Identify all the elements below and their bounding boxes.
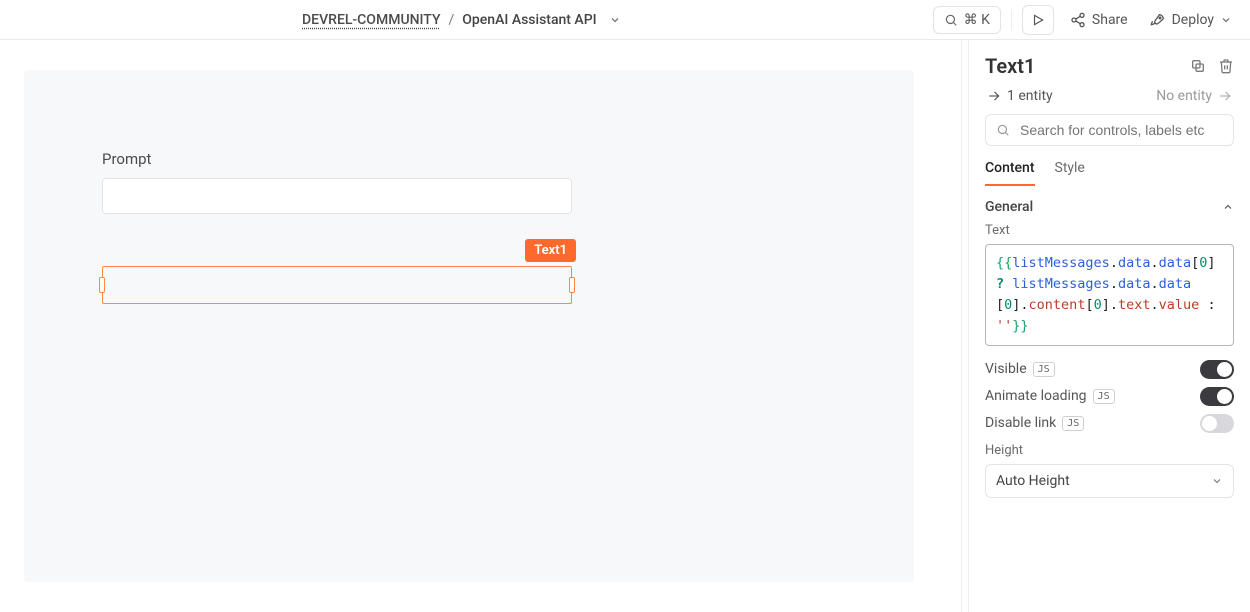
code-token: ? bbox=[996, 276, 1004, 292]
canvas-wrap: Prompt Text1 bbox=[0, 40, 961, 612]
code-token: listMessages bbox=[1012, 255, 1110, 271]
no-entity-link[interactable]: No entity bbox=[1156, 88, 1232, 104]
prompt-input[interactable] bbox=[102, 178, 572, 214]
js-badge[interactable]: JS bbox=[1062, 416, 1084, 431]
code-token: : bbox=[1207, 297, 1215, 313]
arrow-right-icon bbox=[1218, 89, 1232, 103]
panel-search[interactable] bbox=[985, 114, 1234, 146]
global-search-button[interactable]: ⌘ K bbox=[933, 6, 1001, 34]
panel-title: Text1 bbox=[985, 54, 1035, 78]
resize-handle-right[interactable] bbox=[569, 277, 575, 293]
breadcrumb-separator: / bbox=[449, 12, 455, 28]
code-token: data bbox=[1159, 255, 1192, 271]
animate-row: Animate loading JS bbox=[985, 387, 1234, 406]
code-token: content bbox=[1029, 297, 1086, 313]
search-icon bbox=[996, 123, 1010, 137]
panel-header: Text1 bbox=[985, 54, 1234, 78]
divider bbox=[1011, 9, 1012, 31]
share-label: Share bbox=[1092, 12, 1128, 28]
code-token: '' bbox=[996, 318, 1012, 334]
panel-resize-handle[interactable] bbox=[961, 40, 968, 612]
visible-label: Visible bbox=[985, 361, 1027, 377]
breadcrumb-app-name[interactable]: OpenAI Assistant API bbox=[462, 12, 596, 28]
js-badge[interactable]: JS bbox=[1093, 389, 1115, 404]
chevron-down-icon bbox=[1220, 14, 1232, 26]
breadcrumb-workspace[interactable]: DEVREL-COMMUNITY bbox=[302, 12, 440, 28]
disable-link-toggle[interactable] bbox=[1200, 414, 1234, 433]
code-token: }} bbox=[1012, 318, 1028, 334]
code-token: data bbox=[1118, 276, 1151, 292]
prompt-label: Prompt bbox=[102, 150, 836, 168]
panel-tabs: Content Style bbox=[985, 160, 1234, 187]
section-general-label: General bbox=[985, 199, 1033, 215]
text-widget-wrap: Text1 bbox=[102, 266, 572, 304]
topbar-actions: ⌘ K Share Deploy bbox=[933, 5, 1238, 35]
share-icon bbox=[1070, 12, 1086, 28]
resize-handle-left[interactable] bbox=[99, 277, 105, 293]
deploy-label: Deploy bbox=[1172, 12, 1214, 28]
text-widget-selected[interactable] bbox=[102, 266, 572, 304]
height-value: Auto Height bbox=[996, 473, 1070, 489]
search-shortcut-label: ⌘ K bbox=[964, 12, 990, 28]
entity-nav: 1 entity No entity bbox=[987, 88, 1232, 104]
no-entity-label: No entity bbox=[1156, 88, 1212, 104]
height-select[interactable]: Auto Height bbox=[985, 464, 1234, 498]
rocket-icon bbox=[1150, 12, 1166, 28]
visible-row: Visible JS bbox=[985, 360, 1234, 379]
tab-style[interactable]: Style bbox=[1055, 160, 1085, 186]
preview-button[interactable] bbox=[1022, 5, 1054, 35]
code-token: data bbox=[1118, 255, 1151, 271]
animate-toggle[interactable] bbox=[1200, 387, 1234, 406]
tab-content[interactable]: Content bbox=[985, 160, 1035, 186]
height-label: Height bbox=[985, 443, 1234, 458]
deploy-button[interactable]: Deploy bbox=[1144, 8, 1238, 32]
breadcrumb: DEVREL-COMMUNITY / OpenAI Assistant API bbox=[0, 12, 923, 28]
chevron-up-icon bbox=[1222, 201, 1234, 213]
code-token: value bbox=[1159, 297, 1200, 313]
entity-goto[interactable]: 1 entity bbox=[987, 88, 1053, 104]
visible-toggle[interactable] bbox=[1200, 360, 1234, 379]
text-binding-editor[interactable]: {{listMessages.data.data[0] ? listMessag… bbox=[985, 244, 1234, 346]
animate-label: Animate loading bbox=[985, 388, 1087, 404]
selected-widget-tag[interactable]: Text1 bbox=[525, 239, 576, 262]
code-token: text bbox=[1118, 297, 1151, 313]
code-token: {{ bbox=[996, 255, 1012, 271]
code-token: listMessages bbox=[1012, 276, 1110, 292]
chevron-down-icon bbox=[1211, 475, 1223, 487]
js-badge[interactable]: JS bbox=[1033, 362, 1055, 377]
code-token: 0 bbox=[1094, 297, 1102, 313]
property-panel: Text1 1 entity No entity bbox=[968, 40, 1250, 612]
section-general-header[interactable]: General bbox=[985, 199, 1234, 215]
canvas[interactable]: Prompt Text1 bbox=[24, 70, 914, 582]
disable-link-label: Disable link bbox=[985, 415, 1056, 431]
chevron-down-icon[interactable] bbox=[609, 14, 621, 26]
code-token: data bbox=[1159, 276, 1192, 292]
share-button[interactable]: Share bbox=[1064, 8, 1134, 32]
top-bar: DEVREL-COMMUNITY / OpenAI Assistant API … bbox=[0, 0, 1250, 40]
disable-link-row: Disable link JS bbox=[985, 414, 1234, 433]
search-icon bbox=[944, 13, 958, 27]
entity-count: 1 entity bbox=[1007, 88, 1053, 104]
panel-search-input[interactable] bbox=[1018, 121, 1223, 139]
main-area: Prompt Text1 Text1 bbox=[0, 40, 1250, 612]
trash-icon[interactable] bbox=[1218, 58, 1234, 74]
text-prop-label: Text bbox=[985, 223, 1234, 238]
play-icon bbox=[1031, 13, 1045, 27]
arrow-right-icon bbox=[987, 89, 1001, 103]
copy-icon[interactable] bbox=[1190, 58, 1206, 74]
